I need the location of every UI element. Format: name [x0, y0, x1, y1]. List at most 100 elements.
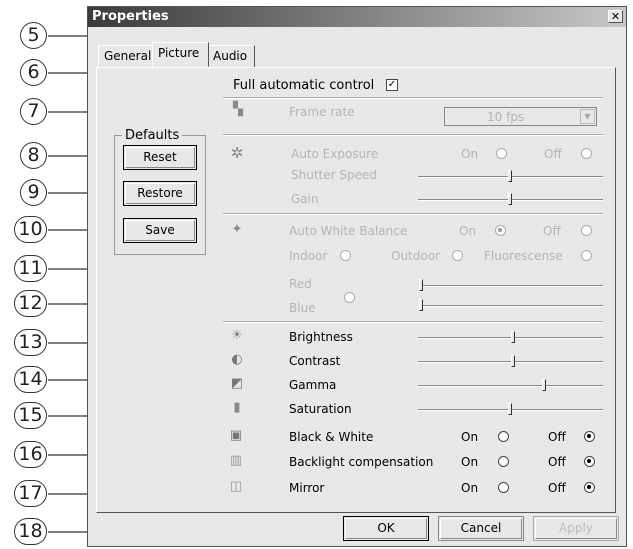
blue-label: Blue: [289, 301, 316, 315]
full-auto-label: Full automatic control: [233, 78, 375, 93]
frame-rate-select[interactable]: 10 fps ▼: [444, 107, 597, 126]
mirror-off-radio[interactable]: [584, 482, 595, 493]
saturation-icon: ▮: [233, 400, 241, 415]
cancel-button-label: Cancel: [460, 521, 502, 535]
dialog-title: Properties: [92, 9, 169, 24]
shutter-speed-thumb[interactable]: [508, 170, 512, 182]
reset-button-label: Reset: [143, 150, 177, 164]
mirror-on-radio[interactable]: [498, 482, 509, 493]
gamma-slider[interactable]: [418, 385, 603, 387]
manual-wb-radio[interactable]: [344, 292, 355, 303]
fluorescence-label: Fluorescense: [484, 249, 563, 263]
tab-picture[interactable]: Picture: [152, 42, 209, 67]
callout-6: 6: [20, 59, 47, 86]
separator: [223, 134, 603, 136]
white-balance-icon: ✦: [231, 222, 243, 237]
gamma-thumb[interactable]: [542, 379, 546, 391]
restore-button-label: Restore: [137, 186, 183, 200]
separator: [223, 97, 603, 99]
callout-14: 14: [14, 366, 47, 393]
backlight-off-label: Off: [548, 455, 566, 469]
callout-13: 13: [14, 329, 47, 356]
contrast-thumb[interactable]: [511, 355, 515, 367]
frame-rate-value: 10 fps: [487, 110, 525, 124]
callout-11: 11: [14, 255, 47, 282]
black-white-on-label: On: [461, 430, 479, 444]
chevron-down-icon[interactable]: ▼: [580, 109, 595, 124]
red-thumb[interactable]: [419, 279, 423, 291]
callout-16: 16: [14, 441, 47, 468]
brightness-icon: ☀: [231, 328, 243, 343]
tab-general[interactable]: General: [98, 45, 154, 67]
black-white-on-radio[interactable]: [498, 431, 509, 442]
outdoor-radio[interactable]: [452, 250, 463, 261]
awb-off-radio[interactable]: [581, 225, 592, 236]
gain-label: Gain: [291, 192, 319, 206]
blue-slider[interactable]: [421, 305, 603, 307]
separator: [223, 321, 603, 323]
apply-button-label: Apply: [559, 521, 593, 535]
auto-exposure-on-label: On: [461, 147, 479, 161]
callout-17: 17: [14, 480, 47, 507]
callout-12: 12: [14, 290, 47, 317]
outdoor-label: Outdoor: [391, 249, 440, 263]
blue-thumb[interactable]: [419, 299, 423, 311]
save-button-label: Save: [145, 223, 175, 237]
black-white-off-label: Off: [548, 430, 566, 444]
awb-off-label: Off: [543, 224, 561, 238]
callout-10: 10: [14, 216, 47, 243]
backlight-on-label: On: [461, 455, 479, 469]
close-button[interactable]: ✕: [608, 10, 623, 23]
callout-9: 9: [20, 179, 47, 206]
tab-audio[interactable]: Audio: [207, 45, 255, 67]
mirror-icon: ◫: [229, 479, 243, 494]
red-label: Red: [289, 277, 312, 291]
contrast-icon: ◐: [231, 352, 243, 367]
auto-exposure-label: Auto Exposure: [291, 147, 379, 161]
gain-thumb[interactable]: [508, 193, 512, 205]
reset-button[interactable]: Reset: [123, 145, 197, 170]
black-white-icon: ▣: [229, 428, 243, 443]
defaults-group-title: Defaults: [122, 128, 183, 143]
backlight-on-radio[interactable]: [498, 456, 509, 467]
awb-label: Auto White Balance: [289, 224, 408, 238]
save-button[interactable]: Save: [123, 218, 197, 243]
brightness-label: Brightness: [289, 330, 353, 344]
black-white-off-radio[interactable]: [584, 431, 595, 442]
ok-button-label: OK: [377, 521, 395, 535]
saturation-thumb[interactable]: [508, 403, 512, 415]
saturation-label: Saturation: [289, 402, 352, 416]
backlight-label: Backlight compensation: [289, 455, 434, 469]
ok-button[interactable]: OK: [343, 516, 429, 541]
fluorescence-radio[interactable]: [581, 250, 592, 261]
frame-rate-icon: ▚: [233, 102, 243, 117]
awb-on-radio[interactable]: [495, 225, 506, 236]
apply-button[interactable]: Apply: [533, 516, 619, 541]
auto-exposure-off-radio[interactable]: [581, 148, 592, 159]
title-bar: Properties ✕: [88, 7, 626, 27]
callout-8: 8: [20, 142, 47, 169]
separator: [223, 213, 603, 215]
callout-5: 5: [20, 22, 47, 49]
callout-15: 15: [14, 402, 47, 429]
gamma-icon: ◩: [230, 376, 244, 391]
brightness-thumb[interactable]: [511, 331, 515, 343]
auto-exposure-off-label: Off: [544, 147, 562, 161]
black-white-label: Black & White: [289, 430, 374, 444]
callout-18: 18: [14, 518, 47, 545]
exposure-icon: ✲: [230, 144, 244, 162]
frame-rate-label: Frame rate: [289, 105, 355, 119]
auto-exposure-on-radio[interactable]: [496, 148, 507, 159]
contrast-label: Contrast: [289, 354, 341, 368]
callout-7: 7: [20, 98, 47, 125]
indoor-radio[interactable]: [340, 250, 351, 261]
restore-button[interactable]: Restore: [123, 181, 197, 206]
cancel-button[interactable]: Cancel: [438, 516, 524, 541]
red-slider[interactable]: [421, 285, 603, 287]
full-auto-checkbox[interactable]: ✓: [386, 79, 398, 91]
backlight-icon: ▥: [229, 453, 243, 468]
mirror-on-label: On: [461, 481, 479, 495]
awb-on-label: On: [459, 224, 477, 238]
mirror-label: Mirror: [289, 481, 325, 495]
backlight-off-radio[interactable]: [584, 456, 595, 467]
